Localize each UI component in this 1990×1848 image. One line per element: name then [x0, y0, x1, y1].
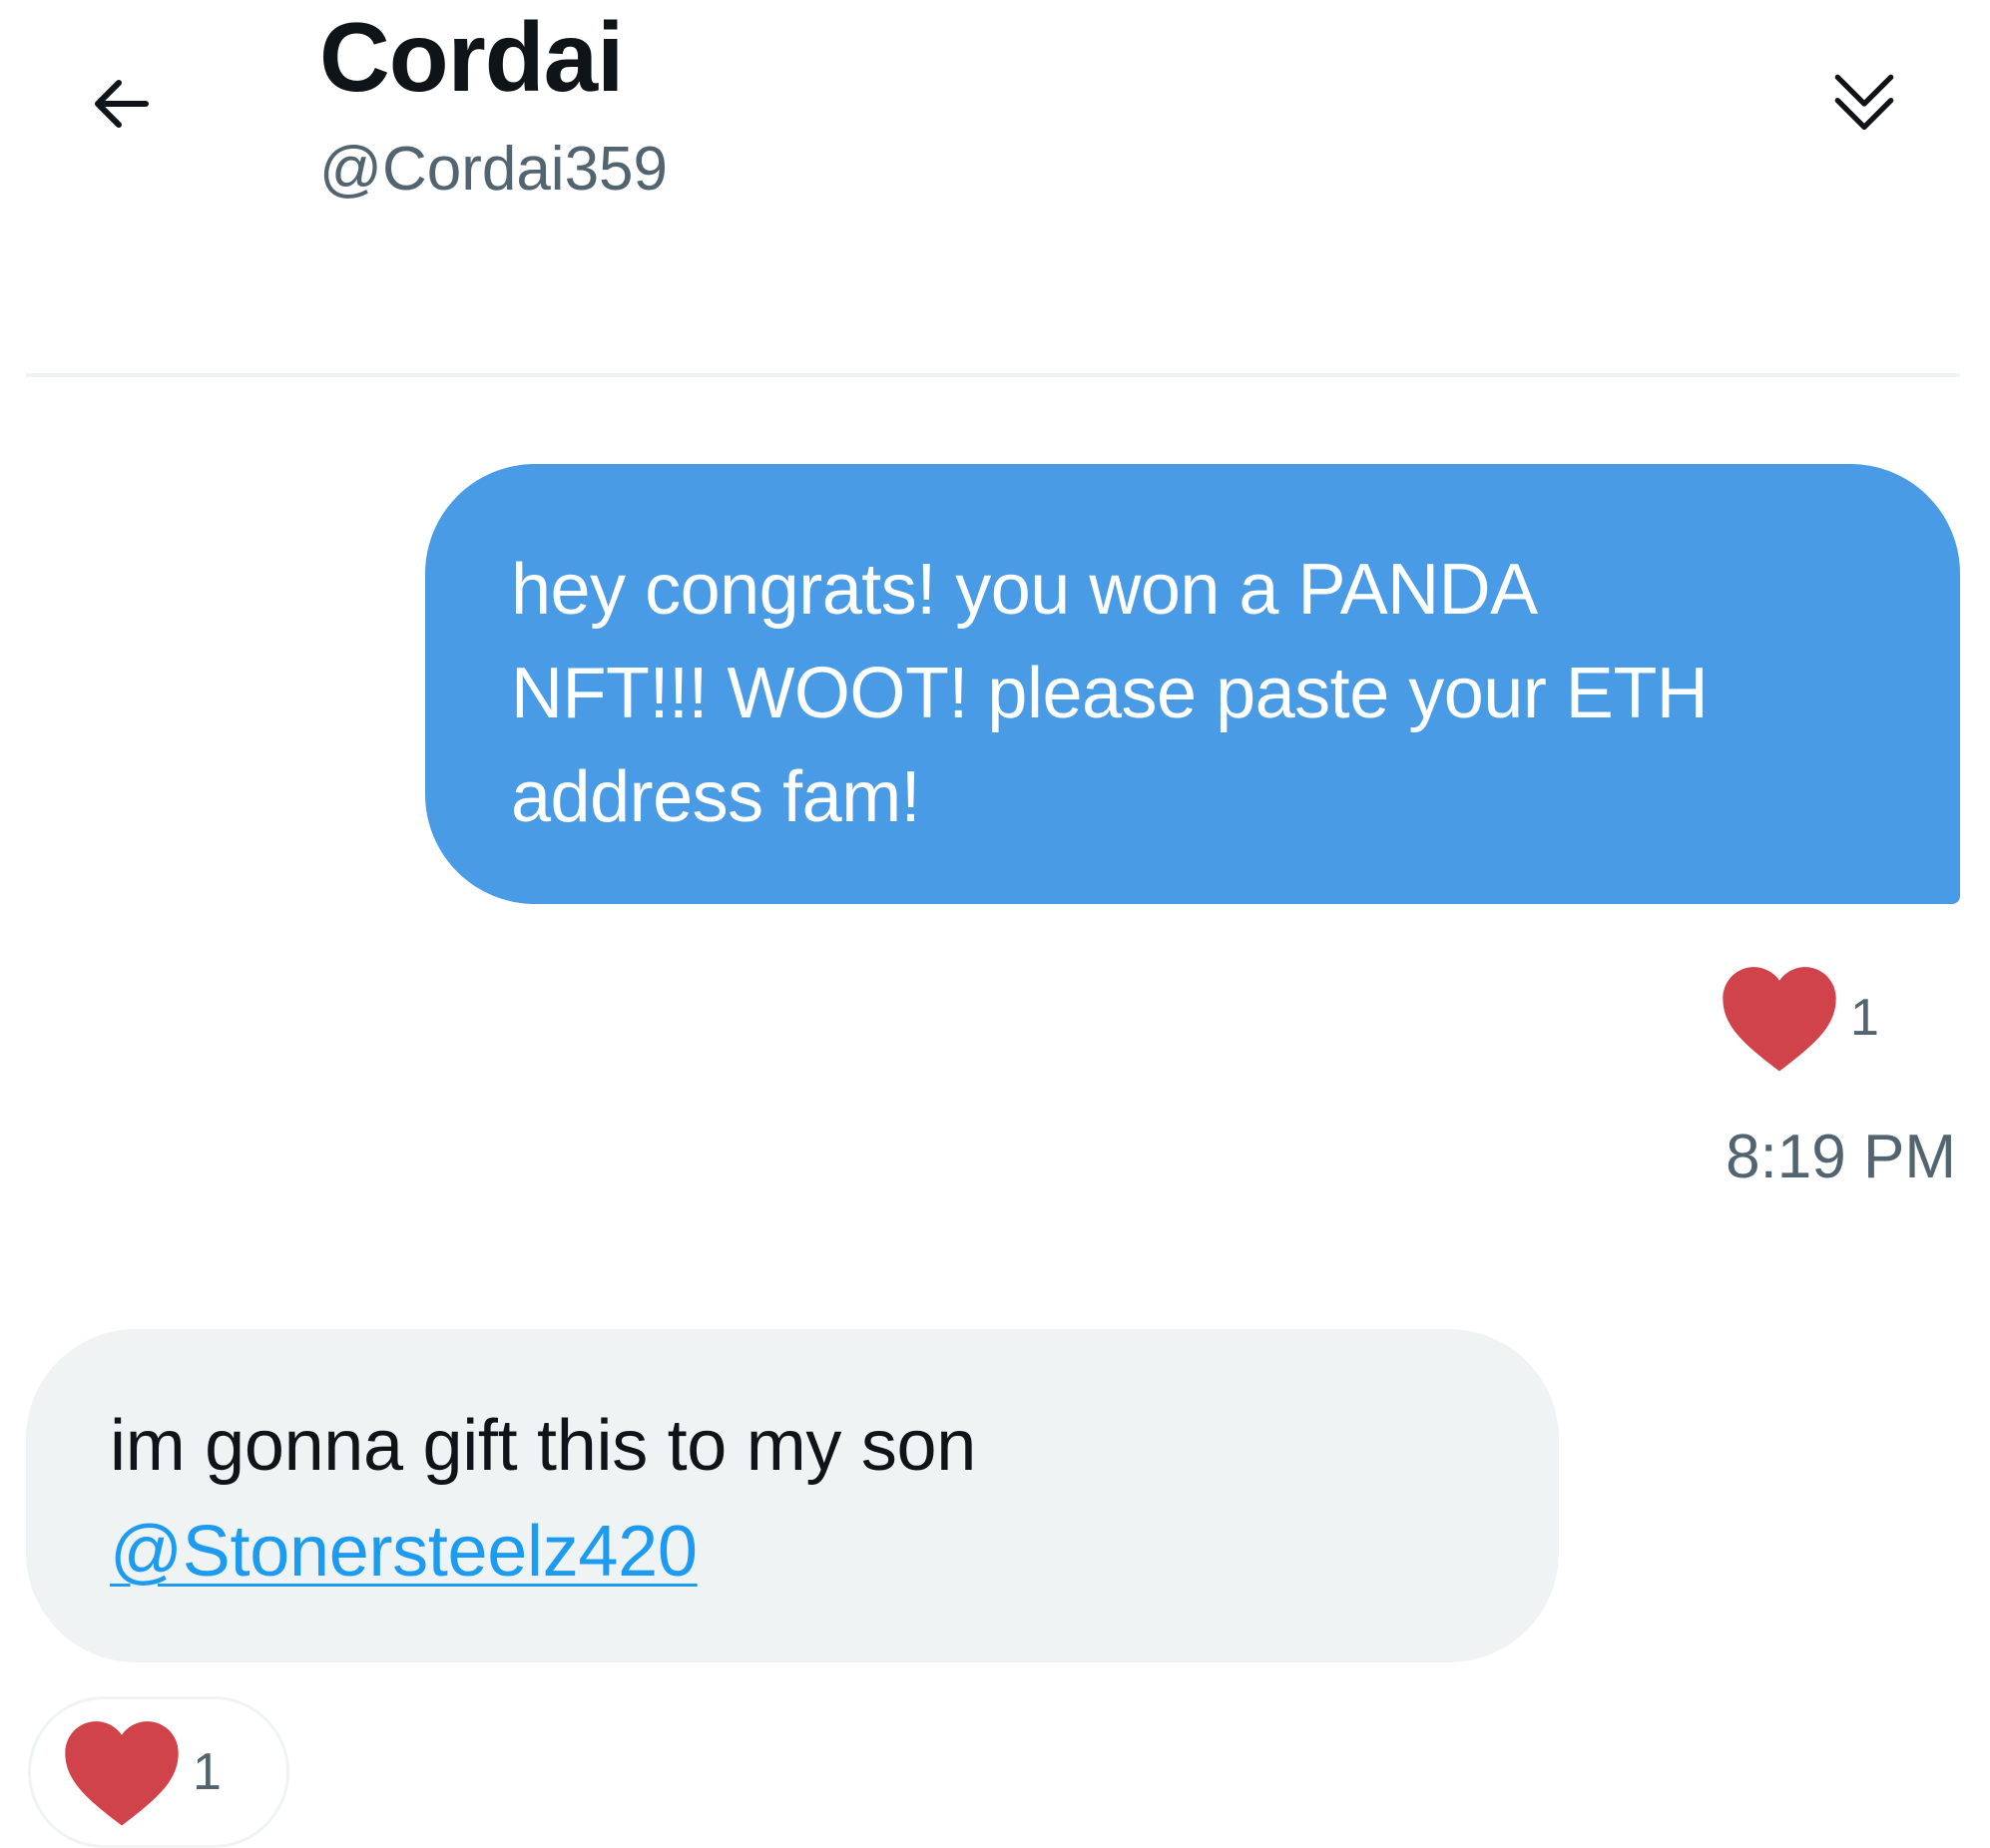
double-chevron-down-icon	[1834, 74, 1894, 130]
message-timestamp: 8:19 PM	[1726, 1123, 1956, 1191]
header-divider	[26, 373, 1960, 377]
message-text-line: NFT!!! WOOT! please paste your ETH	[511, 654, 1709, 733]
message-text-line: hey congrats! you won a PANDA	[511, 550, 1538, 630]
reaction-count: 1	[193, 1743, 222, 1801]
arrow-left-icon	[95, 80, 149, 128]
sent-message-reaction[interactable]: 1	[1717, 958, 1879, 1078]
conversation-header: Cordai @Cordai359	[0, 0, 1990, 375]
collapse-button[interactable]	[1804, 44, 1924, 164]
back-button[interactable]	[62, 44, 182, 164]
received-message-reaction[interactable]: 1	[28, 1696, 289, 1848]
received-message-bubble[interactable]: im gonna gift this to my son @Stonerstee…	[26, 1329, 1559, 1662]
message-text-line: address fam!	[511, 757, 921, 837]
reaction-count: 1	[1850, 989, 1879, 1047]
conversation-handle: @Cordai359	[319, 135, 669, 204]
heart-icon	[65, 1721, 179, 1826]
mention-link[interactable]: @Stonersteelz420	[110, 1512, 698, 1592]
conversation-title[interactable]: Cordai	[319, 3, 624, 112]
message-text: im gonna gift this to my son	[110, 1406, 977, 1486]
heart-icon	[1723, 967, 1836, 1072]
sent-message-bubble[interactable]: hey congrats! you won a PANDA NFT!!! WOO…	[425, 464, 1960, 904]
